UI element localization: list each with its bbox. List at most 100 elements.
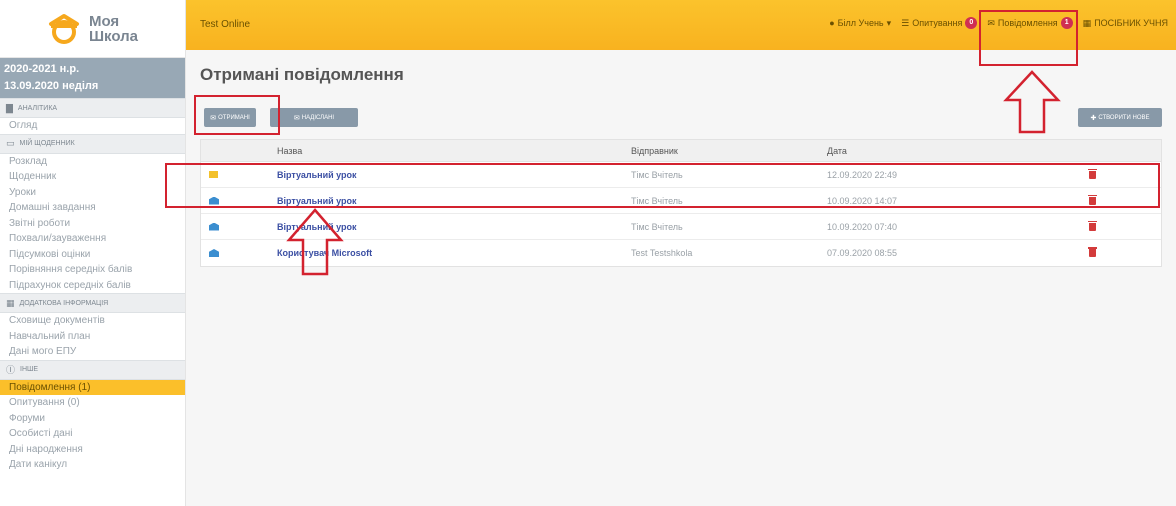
sidebar-item[interactable]: Звітні роботи — [0, 216, 185, 232]
messages-table: Назва Відправник Дата Віртуальний урок Ті… — [200, 139, 1162, 267]
sent-button[interactable]: ✉ Надіслані — [270, 108, 358, 127]
message-actions-cell — [1088, 194, 1161, 205]
sidebar-item[interactable]: Дати канікул — [0, 457, 185, 473]
bar-chart-icon: ▇ — [6, 102, 13, 113]
messages-count-badge: 1 — [1060, 17, 1073, 29]
sidebar-item[interactable]: Розклад — [0, 154, 185, 170]
surveys-link[interactable]: ☰ Опитування 0 — [901, 17, 978, 29]
sidebar-item[interactable]: Підрахунок середніх балів — [0, 278, 185, 294]
column-date: Дата — [827, 145, 847, 156]
calendar-icon: ▦ — [6, 297, 15, 308]
message-subject-link[interactable]: Віртуальний урок — [265, 222, 619, 232]
logo-icon — [48, 13, 79, 44]
sidebar-item[interactable]: Повідомлення (1) — [0, 379, 185, 395]
sidebar-item[interactable]: Порівняння середніх балів — [0, 262, 185, 278]
sidebar-item[interactable]: Домашні завдання — [0, 200, 185, 216]
envelope-open-icon — [209, 249, 219, 257]
trash-icon[interactable] — [1088, 247, 1097, 257]
message-subject-link[interactable]: Віртуальний урок — [265, 196, 619, 206]
pdf-icon: ▦ — [1082, 17, 1092, 28]
surveys-count-badge: 0 — [965, 17, 978, 29]
envelope-icon: ✉ — [987, 17, 995, 28]
sidebar-item[interactable]: Підсумкові оцінки — [0, 247, 185, 263]
message-sender: Test Testshkola — [631, 248, 693, 258]
message-actions-cell — [1088, 220, 1161, 231]
message-date: 12.09.2020 22:49 — [827, 169, 898, 180]
top-bar-actions: ● Білл Учень ▾ ☰ Опитування 0 ✉ Повідомл… — [829, 17, 1168, 29]
student-guide-label: ПОСІБНИК УЧНЯ — [1094, 18, 1168, 28]
message-actions-cell — [1088, 247, 1161, 257]
sidebar-item[interactable]: Особисті дані — [0, 426, 185, 442]
envelope-icon: ✉ — [210, 114, 217, 122]
sidebar-section-header: ⓘ Інше — [0, 359, 185, 380]
message-status-cell — [201, 171, 265, 178]
table-row[interactable]: Віртуальний урок Тімс Вчітель 10.09.2020 0… — [201, 214, 1161, 240]
list-icon: ☰ — [901, 17, 910, 28]
user-menu[interactable]: ● Білл Учень ▾ — [829, 18, 891, 29]
student-guide-link[interactable]: ▦ ПОСІБНИК УЧНЯ — [1083, 18, 1168, 29]
trash-icon[interactable] — [1088, 220, 1097, 231]
user-icon: ● — [829, 18, 835, 28]
envelope-open-icon — [209, 222, 219, 231]
message-status-cell — [201, 196, 265, 205]
sidebar-item[interactable]: Навчальний план — [0, 329, 185, 345]
logo[interactable]: Моя Школа — [0, 0, 185, 58]
message-actions-cell — [1088, 168, 1161, 179]
sidebar-item[interactable]: Дні народження — [0, 442, 185, 458]
message-subject-link[interactable]: Віртуальний урок — [265, 170, 619, 180]
envelope-closed-icon — [209, 171, 218, 178]
message-date: 10.09.2020 14:07 — [827, 195, 898, 206]
caret-down-icon: ▾ — [886, 17, 892, 28]
logo-text: Моя Школа — [88, 12, 139, 45]
create-message-label: Створити нове — [1098, 114, 1150, 121]
sidebar-section-title: Додаткова інформація — [19, 299, 109, 307]
create-message-button[interactable]: ✚ Створити нове — [1078, 108, 1162, 127]
book-icon: ▭ — [6, 138, 15, 148]
app-root: Моя Школа 2020-2021 н.р. 13.09.2020 неді… — [0, 0, 1176, 506]
message-subject-link[interactable]: Користувач Microsoft — [265, 248, 619, 258]
sidebar-nav: ▇ Аналітика Огляд ▭ Мій щоденник Розклад Щоден… — [0, 98, 185, 473]
plus-icon: ✚ — [1090, 114, 1097, 122]
surveys-label: Опитування — [912, 18, 963, 28]
sidebar-item[interactable]: Похвали/зауваження — [0, 231, 185, 247]
received-button[interactable]: ✉ Отримані — [204, 108, 256, 127]
sidebar-item[interactable]: Щоденник — [0, 169, 185, 185]
school-year: 2020-2021 н.р. — [4, 63, 80, 75]
user-name: Білл Учень — [837, 18, 884, 28]
sidebar-item[interactable]: Дані мого ЕПУ — [0, 344, 185, 360]
message-date: 07.09.2020 08:55 — [827, 248, 898, 258]
messages-link[interactable]: ✉ Повідомлення 1 — [987, 17, 1073, 29]
trash-icon[interactable] — [1088, 168, 1097, 179]
message-sender: Тімс Вчітель — [631, 195, 683, 206]
sidebar-section-title: Інше — [20, 366, 39, 373]
sidebar-item[interactable]: Огляд — [0, 118, 185, 134]
sidebar-item[interactable]: Форуми — [0, 411, 185, 427]
sidebar-section-title: Аналітика — [17, 104, 58, 112]
sidebar-item[interactable]: Сховище документів — [0, 313, 185, 329]
app-title: Test Online — [200, 19, 251, 30]
received-label: Отримані — [218, 114, 250, 121]
sidebar-section-title: Мій щоденник — [19, 140, 75, 147]
current-date: 13.09.2020 неділя — [4, 80, 99, 92]
table-row[interactable]: Користувач Microsoft Test Testshkola 07.09… — [201, 240, 1161, 266]
table-row[interactable]: Віртуальний урок Тімс Вчітель 12.09.2020 2… — [201, 162, 1161, 188]
envelope-open-icon — [209, 196, 219, 205]
sidebar-section-header: ▇ Аналітика — [0, 98, 185, 118]
envelope-open-icon: ✉ — [293, 114, 300, 122]
message-sender: Тімс Вчітель — [631, 221, 683, 232]
message-sender: Тімс Вчітель — [631, 169, 683, 180]
column-sender: Відправник — [631, 145, 678, 156]
messages-label: Повідомлення — [997, 18, 1058, 28]
message-date: 10.09.2020 07:40 — [827, 221, 898, 232]
sidebar: Моя Школа 2020-2021 н.р. 13.09.2020 неді… — [0, 0, 186, 506]
info-icon: ⓘ — [6, 365, 16, 375]
table-row[interactable]: Віртуальний урок Тімс Вчітель 10.09.2020 1… — [201, 188, 1161, 214]
table-body: Віртуальний урок Тімс Вчітель 12.09.2020 2… — [201, 162, 1161, 266]
sidebar-item[interactable]: Уроки — [0, 185, 185, 201]
sidebar-section-header: ▭ Мій щоденник — [0, 133, 185, 154]
sidebar-item[interactable]: Опитування (0) — [0, 395, 185, 411]
message-status-cell — [201, 249, 265, 257]
sent-label: Надіслані — [301, 114, 335, 121]
trash-icon[interactable] — [1088, 194, 1097, 205]
table-header: Назва Відправник Дата — [201, 140, 1161, 162]
